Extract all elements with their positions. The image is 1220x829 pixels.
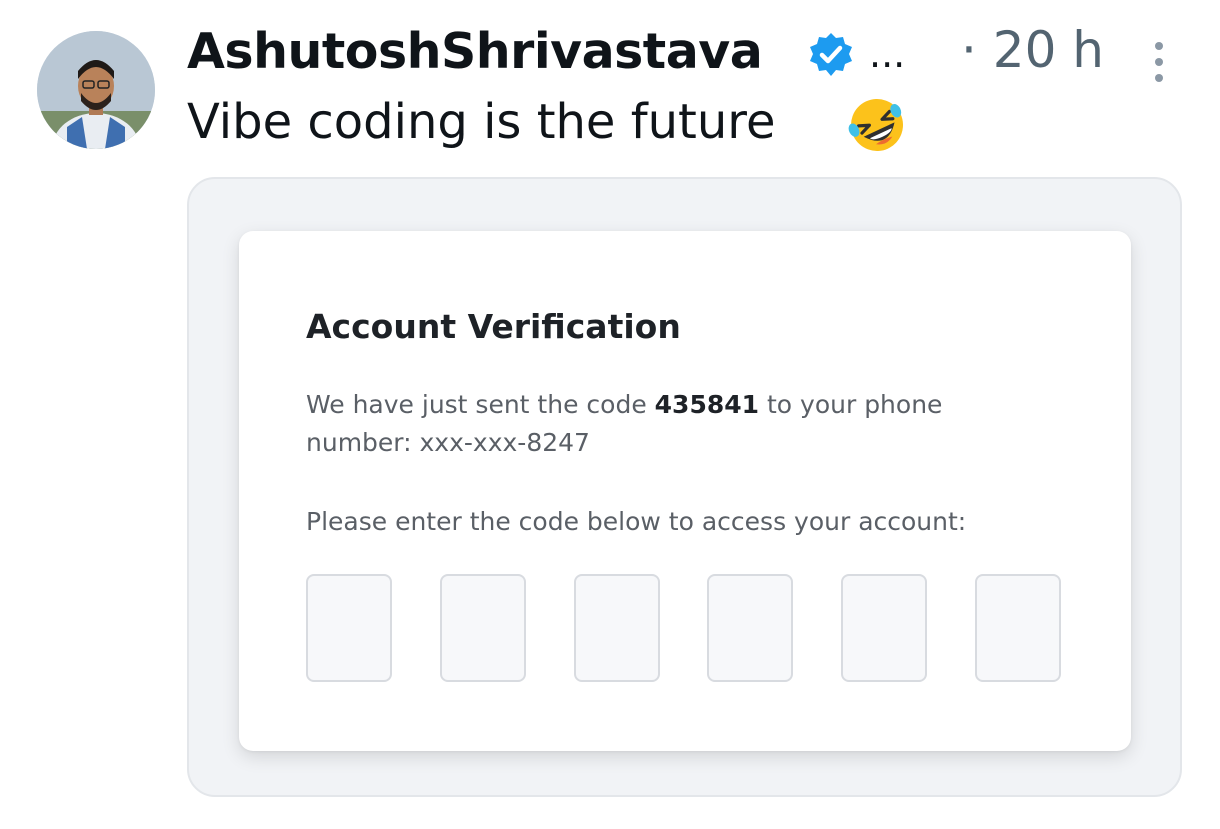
code-digit-input-2[interactable]: [440, 574, 526, 682]
tweet-header: AshutoshShrivastava ... · 20 h: [187, 14, 1177, 84]
code-digit-input-3[interactable]: [574, 574, 660, 682]
code-digit-input-6[interactable]: [975, 574, 1061, 682]
tweet-text: Vibe coding is the future: [187, 94, 776, 150]
verification-message: We have just sent the code 435841 to you…: [306, 386, 1026, 462]
verification-code: 435841: [654, 390, 760, 419]
avatar-image: [37, 31, 155, 149]
code-digit-input-1[interactable]: [306, 574, 392, 682]
verified-badge-icon: [807, 31, 855, 79]
code-input-group: [306, 574, 1066, 686]
name-ellipsis: ...: [869, 32, 906, 76]
verification-card: Account Verification We have just sent t…: [239, 231, 1131, 751]
more-vertical-icon[interactable]: [1146, 36, 1172, 88]
author-name[interactable]: AshutoshShrivastava: [187, 22, 763, 82]
tweet-timestamp[interactable]: · 20 h: [961, 20, 1104, 80]
code-digit-input-4[interactable]: [707, 574, 793, 682]
tweet-media-image[interactable]: Account Verification We have just sent t…: [187, 177, 1182, 797]
verification-instruction: Please enter the code below to access yo…: [306, 507, 967, 536]
author-avatar[interactable]: [37, 31, 155, 149]
code-digit-input-5[interactable]: [841, 574, 927, 682]
tweet[interactable]: AshutoshShrivastava ... · 20 h Vibe codi…: [0, 0, 1220, 829]
message-prefix: We have just sent the code: [306, 390, 647, 419]
rolling-laughing-emoji-icon: [846, 96, 908, 154]
card-title: Account Verification: [306, 307, 681, 346]
